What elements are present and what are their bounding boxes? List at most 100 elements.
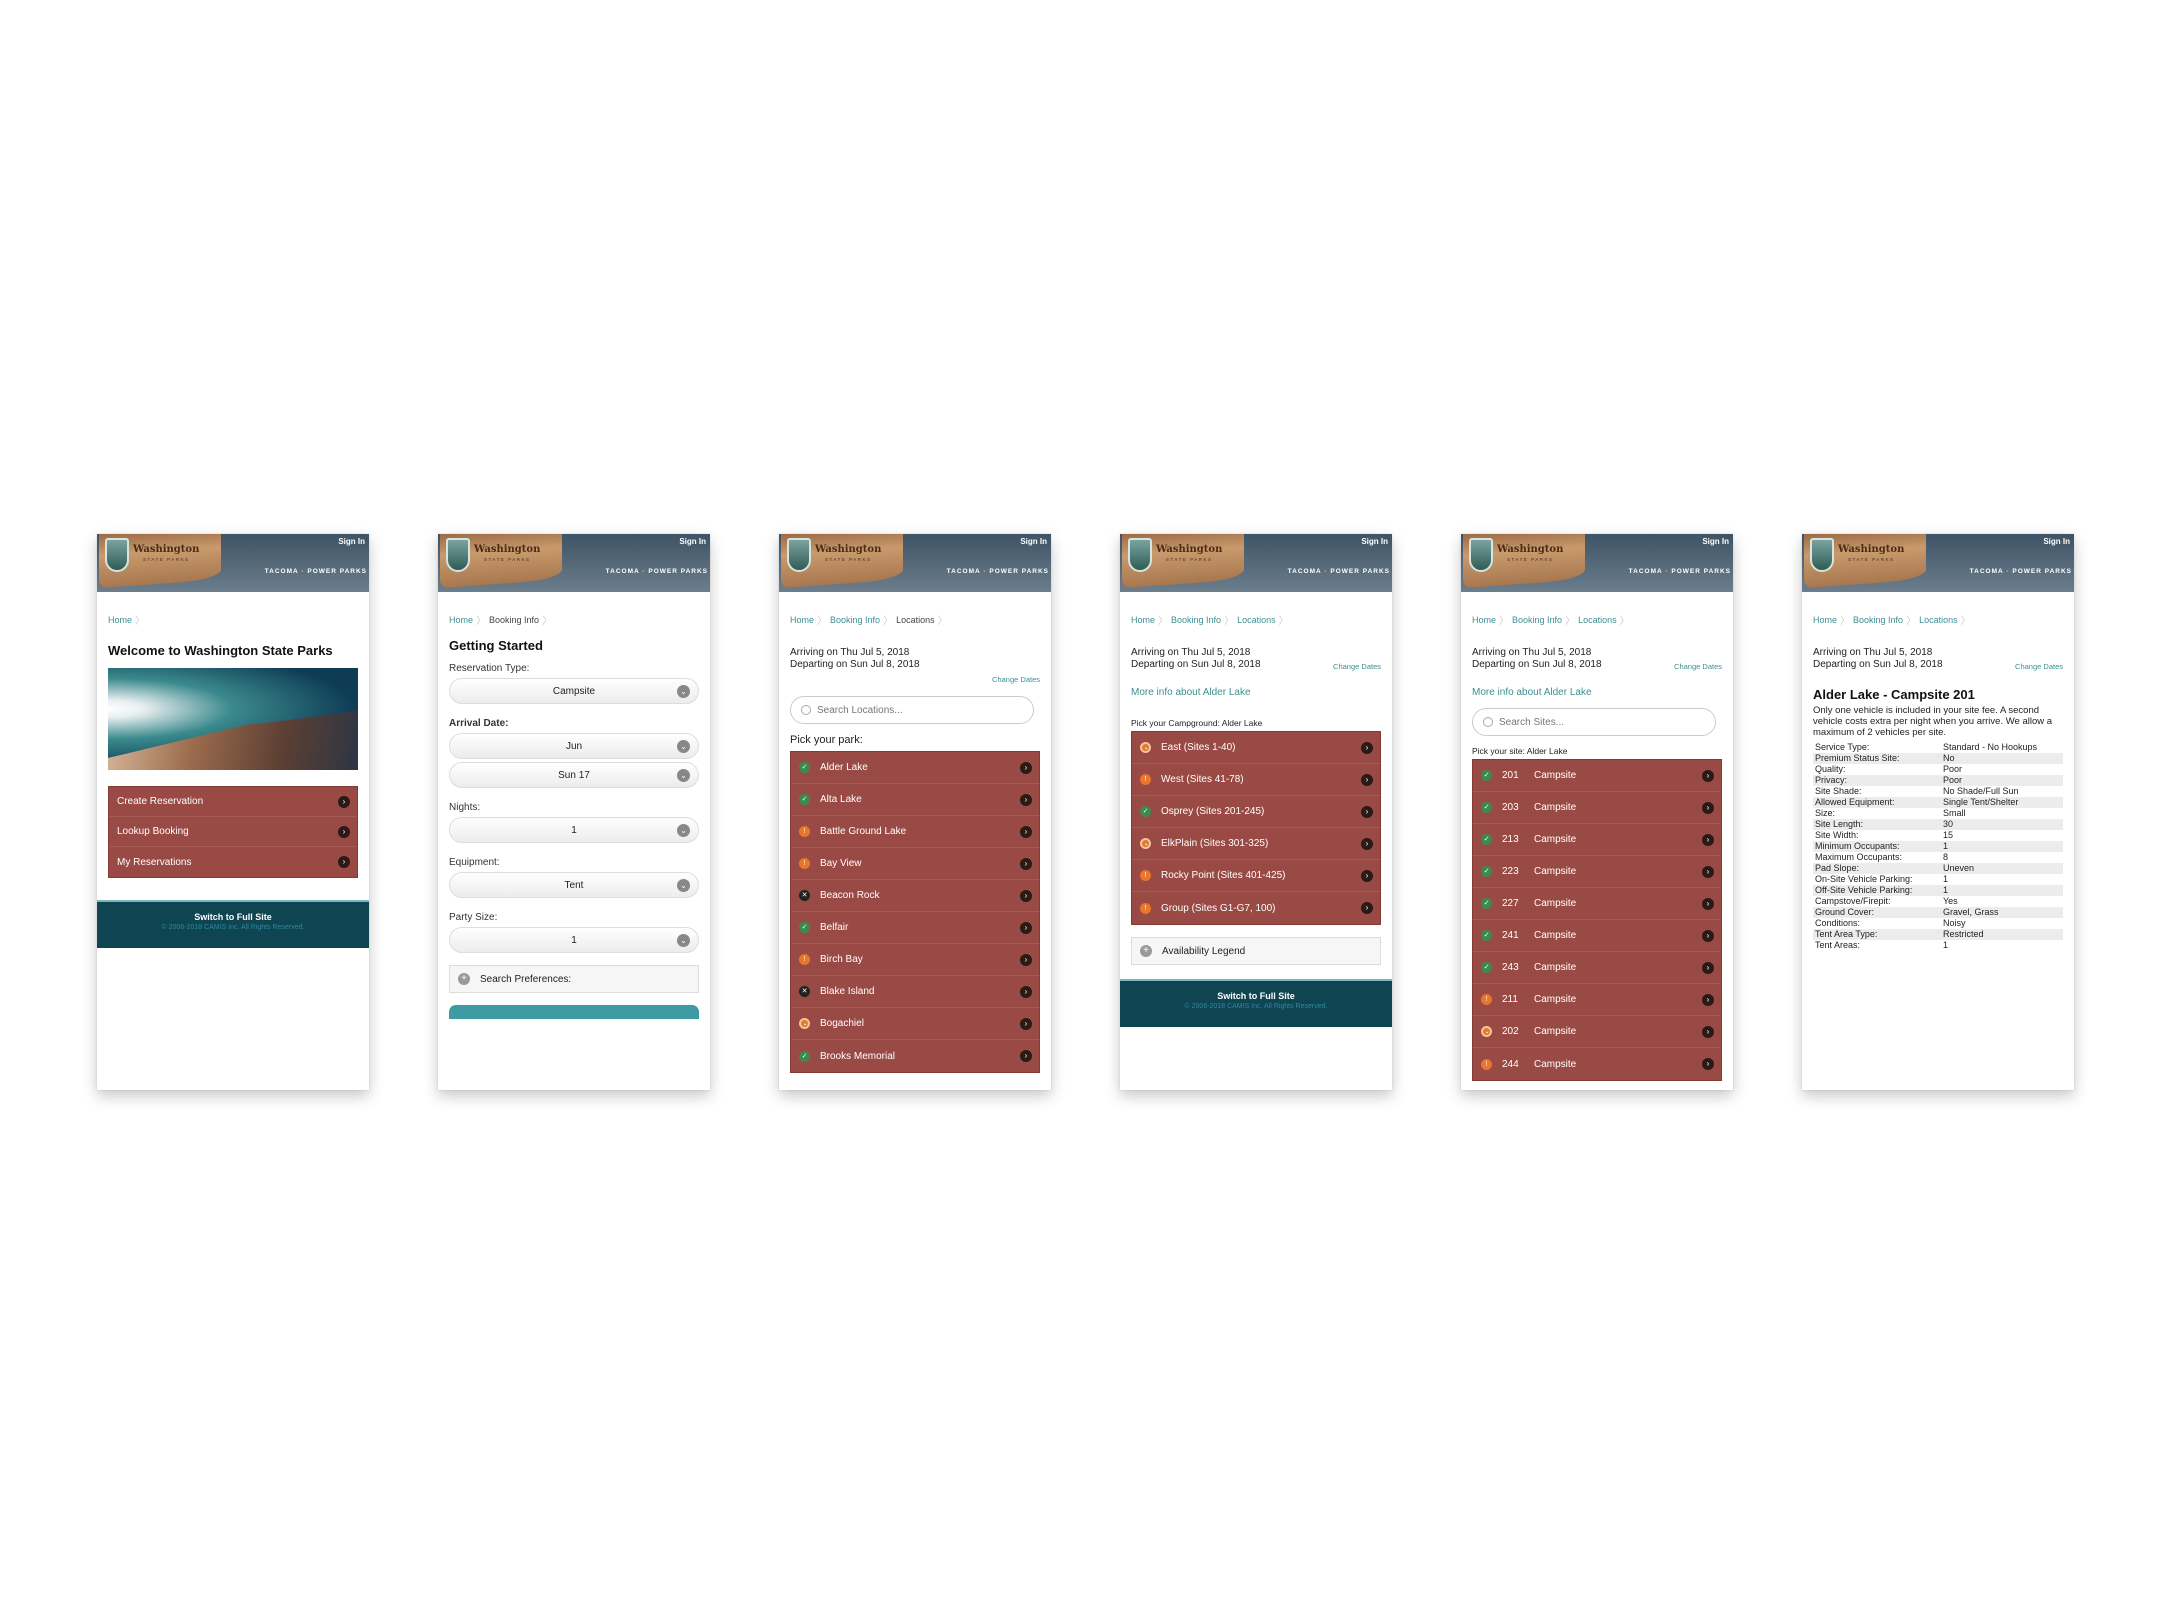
park-list-item[interactable]: ✓ Alta Lake › (791, 784, 1039, 816)
brand-title[interactable]: Washington (815, 544, 881, 555)
partner-tail: POWER PARKS (1330, 568, 1390, 575)
sign-in-link[interactable]: Sign In (1020, 537, 1047, 546)
search-preferences-toggle[interactable]: + Search Preferences: (449, 965, 699, 993)
campground-list-item[interactable]: ! Group (Sites G1-G7, 100) › (1132, 892, 1380, 924)
site-list-item[interactable]: ✓ 213 Campsite › (1473, 824, 1721, 856)
brand-title[interactable]: Washington (1838, 544, 1904, 555)
change-dates-link[interactable]: Change Dates (992, 675, 1040, 684)
site-list-item[interactable]: ◔ 202 Campsite › (1473, 1016, 1721, 1048)
site-list-item[interactable]: ✓ 227 Campsite › (1473, 888, 1721, 920)
more-info-link[interactable]: More info about Alder Lake (1472, 687, 1722, 698)
breadcrumb-booking-info[interactable]: Booking Info (1512, 615, 1562, 625)
park-list-item[interactable]: ✓ Alder Lake › (791, 752, 1039, 784)
breadcrumb-locations[interactable]: Locations (1237, 615, 1276, 625)
chevron-right-icon: › (1020, 793, 1032, 806)
breadcrumb-home[interactable]: Home (449, 615, 473, 625)
breadcrumb-booking-info[interactable]: Booking Info (830, 615, 880, 625)
my-reservations-button[interactable]: My Reservations › (109, 847, 357, 877)
chevron-right-icon: › (1020, 921, 1032, 934)
change-dates-link[interactable]: Change Dates (1674, 661, 1722, 673)
switch-full-site-link[interactable]: Switch to Full Site (97, 912, 369, 922)
partner-tail: POWER PARKS (307, 568, 367, 575)
park-list-item[interactable]: ! Battle Ground Lake › (791, 816, 1039, 848)
brand-title[interactable]: Washington (1156, 544, 1222, 555)
breadcrumb-locations[interactable]: Locations (1578, 615, 1617, 625)
breadcrumb-home[interactable]: Home (790, 615, 814, 625)
party-size-select[interactable]: 1 ⌄ (449, 927, 699, 953)
site-list-item[interactable]: ✓ 203 Campsite › (1473, 792, 1721, 824)
continue-button[interactable] (449, 1005, 699, 1019)
selected-value: Jun (565, 740, 583, 752)
campground-list-item[interactable]: ◔ East (Sites 1-40) › (1132, 732, 1380, 764)
arriving-text: Arriving on Thu Jul 5, 2018 (790, 647, 910, 658)
park-list-item[interactable]: ! Birch Bay › (791, 944, 1039, 976)
switch-full-site-link[interactable]: Switch to Full Site (1120, 991, 1392, 1001)
breadcrumb-home[interactable]: Home (1472, 615, 1496, 625)
breadcrumb-booking-info[interactable]: Booking Info (1171, 615, 1221, 625)
breadcrumb-home[interactable]: Home (1131, 615, 1155, 625)
detail-value: Single Tent/Shelter (1941, 797, 2063, 808)
chevron-right-icon: › (1361, 837, 1373, 850)
lookup-booking-button[interactable]: Lookup Booking › (109, 817, 357, 847)
detail-label: Quality: (1815, 764, 1846, 774)
detail-row: Site Width: 15 (1813, 830, 2063, 841)
alert-circle-icon: ! (1140, 902, 1151, 914)
brand-title[interactable]: Washington (474, 544, 540, 555)
nights-select[interactable]: 1 ⌄ (449, 817, 699, 843)
equipment-select[interactable]: Tent ⌄ (449, 872, 699, 898)
arrival-day-select[interactable]: Sun 17 ⌄ (449, 762, 699, 788)
chevron-right-icon: › (1361, 805, 1373, 818)
breadcrumb-booking-info[interactable]: Booking Info (1853, 615, 1903, 625)
site-list-item[interactable]: ! 211 Campsite › (1473, 984, 1721, 1016)
search-locations-input[interactable]: Search Locations... (790, 696, 1034, 724)
site-list-item[interactable]: ✓ 223 Campsite › (1473, 856, 1721, 888)
breadcrumb-home[interactable]: Home (1813, 615, 1837, 625)
campground-list-item[interactable]: ✓ Osprey (Sites 201-245) › (1132, 796, 1380, 828)
partner-name: TACOMA (605, 568, 640, 575)
search-sites-input[interactable]: Search Sites... (1472, 708, 1716, 736)
change-dates-link[interactable]: Change Dates (1333, 661, 1381, 673)
park-list-item[interactable]: ◔ Bogachiel › (791, 1008, 1039, 1040)
screen-campgrounds: Washington STATE PARKS Sign In TACOMA • … (1120, 534, 1392, 1090)
campground-list-item[interactable]: ◔ ElkPlain (Sites 301-325) › (1132, 828, 1380, 860)
park-list-item[interactable]: ✓ Belfair › (791, 912, 1039, 944)
site-list-item[interactable]: ! 244 Campsite › (1473, 1048, 1721, 1080)
detail-row: Off-Site Vehicle Parking: 1 (1813, 885, 2063, 896)
site-type: Campsite (1534, 1058, 1577, 1070)
park-list-item[interactable]: ! Bay View › (791, 848, 1039, 880)
brand-title[interactable]: Washington (133, 544, 199, 555)
detail-value: Standard - No Hookups (1943, 742, 2038, 752)
detail-row: Premium Status Site: No (1813, 753, 2063, 764)
change-dates-link[interactable]: Change Dates (2015, 661, 2063, 673)
sign-in-link[interactable]: Sign In (1702, 537, 1729, 546)
partner-name: TACOMA (1628, 568, 1663, 575)
breadcrumb-locations[interactable]: Locations (1919, 615, 1958, 625)
state-parks-shield-icon (1469, 538, 1493, 572)
check-circle-icon: ✓ (799, 922, 810, 933)
site-list-item[interactable]: ✓ 243 Campsite › (1473, 952, 1721, 984)
brand-title[interactable]: Washington (1497, 544, 1563, 555)
chevron-down-icon: ⌄ (677, 769, 690, 782)
breadcrumb-home[interactable]: Home (108, 615, 132, 625)
sign-in-link[interactable]: Sign In (2043, 537, 2070, 546)
park-list-item[interactable]: ✕ Beacon Rock › (791, 880, 1039, 912)
brand-subtitle: STATE PARKS (484, 557, 531, 562)
site-list-item[interactable]: ✓ 241 Campsite › (1473, 920, 1721, 952)
detail-row: Maximum Occupants: 8 (1813, 852, 2063, 863)
sign-in-link[interactable]: Sign In (338, 537, 365, 546)
park-list-item[interactable]: ✓ Brooks Memorial › (791, 1040, 1039, 1072)
sign-in-link[interactable]: Sign In (1361, 537, 1388, 546)
breadcrumb: Home 〉 Booking Info 〉 (449, 612, 699, 628)
campground-list-item[interactable]: ! West (Sites 41-78) › (1132, 764, 1380, 796)
arrival-month-select[interactable]: Jun ⌄ (449, 733, 699, 759)
sign-in-link[interactable]: Sign In (679, 537, 706, 546)
campground-list-item[interactable]: ! Rocky Point (Sites 401-425) › (1132, 860, 1380, 892)
breadcrumb: Home 〉 (108, 612, 358, 628)
availability-legend-toggle[interactable]: + Availability Legend (1131, 937, 1381, 965)
site-list-item[interactable]: ✓ 201 Campsite › (1473, 760, 1721, 792)
create-reservation-button[interactable]: Create Reservation › (109, 787, 357, 817)
site-header: Washington STATE PARKS Sign In TACOMA • … (1802, 534, 2074, 592)
reservation-type-select[interactable]: Campsite ⌄ (449, 678, 699, 704)
more-info-link[interactable]: More info about Alder Lake (1131, 687, 1381, 698)
park-list-item[interactable]: ✕ Blake Island › (791, 976, 1039, 1008)
